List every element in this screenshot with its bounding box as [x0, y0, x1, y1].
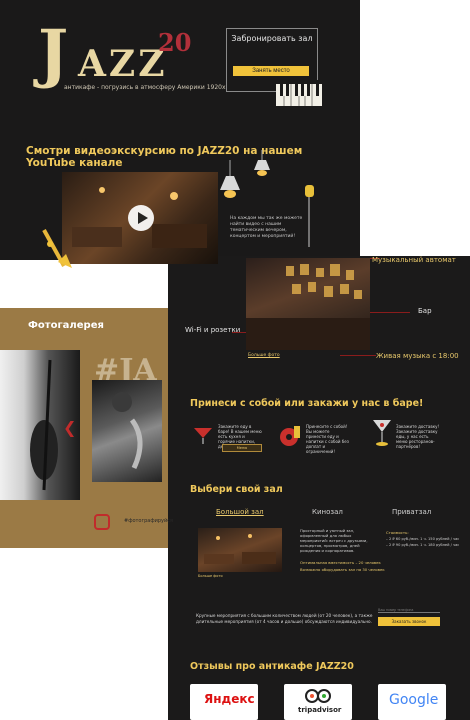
lamp-icon — [220, 160, 240, 198]
hall-description: Просторный и уютный зал, оформленный для… — [300, 528, 368, 553]
frames-wall-image — [246, 264, 370, 350]
owl-icon — [305, 689, 331, 703]
tripadvisor-logo: tripadvisor — [298, 706, 342, 714]
hall-more-photos-link[interactable]: Больше фото — [198, 574, 223, 578]
feature-bar: Бар — [418, 307, 432, 315]
bring-section-title: Принеси с собой или закажи у нас в баре! — [190, 398, 424, 409]
price-title: Стоимость: — [386, 530, 409, 535]
donut-icon — [280, 426, 300, 446]
bar-hall-photo — [246, 258, 370, 350]
feature-wifi: Wi-Fi и розетки — [185, 326, 241, 334]
price-line: – 2 ₽ 60 руб./мин. 1 ч. 150 рублей / час — [386, 537, 460, 541]
events-note: Крупные мероприятия с большим количество… — [196, 613, 373, 624]
feature-live-music: Живая музыка с 18:00 — [376, 352, 459, 360]
choose-hall-title: Выбери свой зал — [190, 484, 283, 495]
gallery-title: Фотогалерея — [28, 320, 104, 331]
tab-cinema-hall[interactable]: Кинозал — [312, 508, 343, 516]
trumpet-icon — [42, 229, 72, 268]
video-section-title: Смотри видеоэкскурсию по JAZZ20 на нашем… — [26, 145, 303, 169]
play-button[interactable] — [128, 205, 154, 231]
more-photos-link[interactable]: Больше фото — [248, 353, 280, 358]
play-icon — [138, 212, 148, 224]
martini-icon — [373, 420, 391, 446]
decorative-line — [340, 355, 376, 356]
menu-button[interactable]: Меню — [222, 444, 262, 452]
instagram-hashtag: #фотографируйся — [124, 518, 174, 524]
booking-title: Забронировать зал — [231, 34, 313, 43]
yandex-logo: Яндекс — [204, 692, 255, 706]
phone-input[interactable] — [378, 608, 440, 613]
feature-jukebox: Музыкальный автомат — [372, 256, 456, 264]
lamp-icon — [254, 150, 270, 176]
microphone-icon — [305, 185, 314, 247]
google-logo: Google — [389, 692, 439, 708]
logo-letter-j: J — [38, 16, 69, 91]
video-note: На каждом мы так же можете найти видео с… — [230, 216, 303, 239]
logo-number: 20 — [158, 28, 192, 57]
offer-text: Принесите с собой! Вы можете принести ед… — [306, 424, 349, 454]
hall-capacity-extended: Возможно оборудовать зал на 30 человек — [300, 567, 385, 572]
tab-private-hall[interactable]: Приватзал — [392, 508, 431, 516]
tab-big-hall[interactable]: Большой зал — [216, 508, 264, 516]
reviews-title: Отзывы про антикафе JAZZ20 — [190, 661, 354, 672]
hall-capacity: Оптимальная вместимость – 20 человек — [300, 560, 381, 565]
gallery-prev-arrow[interactable]: ❮ — [63, 418, 76, 437]
instagram-icon[interactable] — [94, 514, 110, 530]
price-line: – 2 ₽ 90 руб./мин. 1 ч. 180 рублей / час — [386, 543, 460, 547]
hall-interior-image — [204, 534, 276, 564]
offer-text: Закажите доставку! Закажите доставку еды… — [396, 424, 440, 449]
saxophone-player-image — [112, 392, 143, 470]
logo-letters: AZZ — [78, 43, 168, 85]
gallery-side-photo — [92, 380, 162, 482]
book-place-button[interactable]: Занять место — [233, 66, 309, 76]
cocktail-icon — [194, 428, 212, 444]
big-hall-photo — [198, 528, 282, 572]
piano-keys-icon — [276, 80, 322, 106]
request-call-button[interactable]: Заказать звонок — [378, 617, 440, 626]
tagline: антикафе - погрузись в атмосферу Америки… — [64, 84, 226, 91]
